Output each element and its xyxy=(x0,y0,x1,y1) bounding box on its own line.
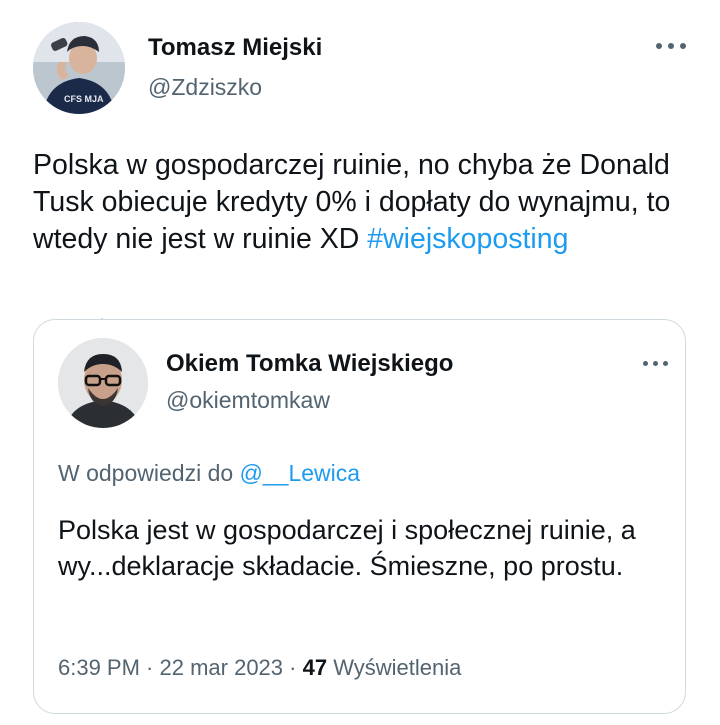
tweet-metadata: 6:39 PM · 22 mar 2023 · 47 Wyświetlenia xyxy=(58,655,461,681)
tweet-body: Polska w gospodarczej ruinie, no chyba ż… xyxy=(33,149,671,255)
hashtag-link[interactable]: #wiejskoposting xyxy=(367,223,568,255)
author-handle[interactable]: @Zdziszko xyxy=(148,74,262,101)
user-avatar-photo-icon: CFS MJA xyxy=(33,22,125,114)
author-avatar[interactable]: CFS MJA xyxy=(33,22,125,114)
meta-separator: · xyxy=(139,655,160,680)
quoted-tweet-text: Polska jest w gospodarczej i społecznej … xyxy=(58,515,636,581)
quoted-more-options-icon[interactable] xyxy=(641,358,671,370)
quoted-author-avatar[interactable] xyxy=(58,338,148,428)
quoted-author-handle[interactable]: @okiemtomkaw xyxy=(166,387,330,414)
reply-prefix: W odpowiedzi do xyxy=(58,460,240,486)
view-count: 47 xyxy=(302,655,328,680)
view-count-label: Wyświetlenia xyxy=(327,655,462,680)
quoted-tweet[interactable]: Okiem Tomka Wiejskiego @okiemtomkaw W od… xyxy=(33,319,686,714)
author-name[interactable]: Tomasz Miejski xyxy=(148,34,322,62)
quoted-author-name[interactable]: Okiem Tomka Wiejskiego xyxy=(166,350,453,378)
reply-context: W odpowiedzi do @__Lewica xyxy=(58,460,360,487)
tweet-time[interactable]: 6:39 PM xyxy=(58,655,140,680)
user-avatar-photo-icon xyxy=(58,338,148,428)
reply-mention-link[interactable]: @__Lewica xyxy=(240,460,361,486)
svg-text:CFS MJA: CFS MJA xyxy=(64,94,104,104)
tweet-date[interactable]: 22 mar 2023 xyxy=(160,655,284,680)
tweet-text: Polska w gospodarczej ruinie, no chyba ż… xyxy=(33,147,693,258)
more-options-icon[interactable] xyxy=(654,40,688,52)
tweet: CFS MJA Tomasz Miejski @Zdziszko Polska … xyxy=(0,0,720,725)
meta-separator: · xyxy=(283,655,303,680)
